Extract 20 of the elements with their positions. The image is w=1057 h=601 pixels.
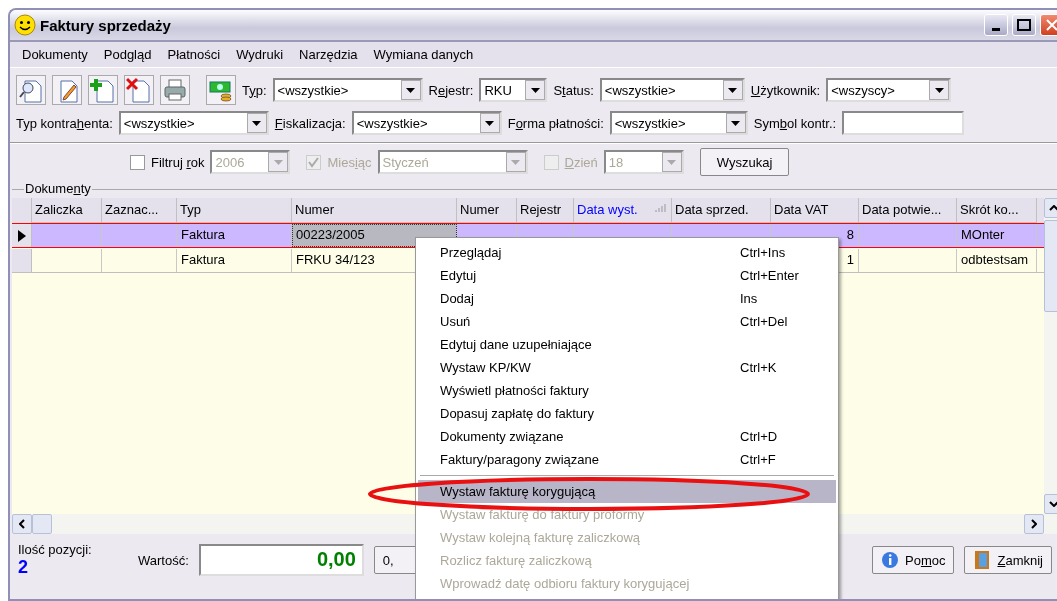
filter-label: Status: [553, 82, 594, 98]
table-cell: Faktura [177, 249, 292, 272]
window-title: Faktury sprzedaży [40, 16, 172, 34]
value-label: Wartość: [138, 552, 189, 568]
checkbox-label: Dzień [564, 154, 598, 170]
filter-label: Symbol kontr.: [753, 115, 837, 131]
filter-label: Użytkownik: [750, 82, 821, 98]
value-field: 0,00 [198, 544, 364, 576]
filter-label: Typ: [242, 82, 267, 98]
table-cell: odbtestsam [957, 249, 1037, 272]
group-title: Dokumenty [24, 181, 92, 197]
filter-label: Fiskalizacja: [274, 115, 346, 131]
table-cell: MOnter [957, 224, 1037, 247]
count-label: Ilość pozycji: [18, 542, 93, 557]
checkbox-label: Filtruj rok [151, 154, 205, 170]
filter-label: Typ kontrahenta: [16, 115, 113, 131]
filter-label: Rejestr: [428, 82, 474, 98]
filter-label: Forma płatności: [507, 115, 604, 131]
count-value: 2 [18, 557, 29, 578]
checkbox-label: Miesiąc [327, 154, 372, 170]
